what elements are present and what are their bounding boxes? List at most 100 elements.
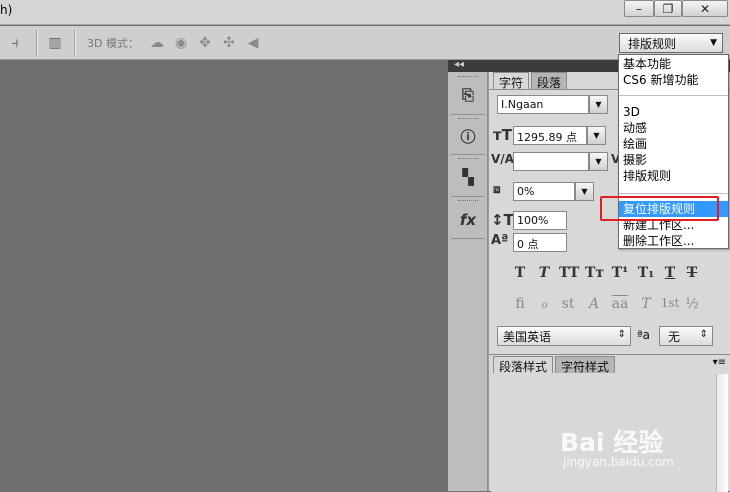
menu-item-photography[interactable]: 摄影: [619, 152, 728, 168]
fx-styles-icon[interactable]: fx: [456, 209, 480, 231]
watermark: Bai 经验 jingyan.baidu.com: [560, 423, 674, 469]
menu-fragment[interactable]: h): [0, 3, 12, 17]
menu-item-3d[interactable]: 3D: [619, 104, 728, 120]
tracking-value: 0%: [517, 185, 535, 198]
font-size-input[interactable]: 1295.89 点: [513, 126, 587, 145]
faux-bold-button[interactable]: T: [511, 265, 529, 281]
close-button[interactable]: ✕: [682, 0, 728, 17]
divider: [451, 114, 485, 115]
menu-item-typography[interactable]: 排版规则: [619, 168, 728, 184]
antialias-select[interactable]: 无 ⇕: [659, 326, 713, 346]
divider: [451, 238, 485, 239]
updown-icon: ⇕: [699, 329, 708, 340]
tab-paragraph[interactable]: 段落: [531, 72, 568, 90]
scale-icon: ⧈: [493, 182, 501, 196]
panel-icon-column: ⎘ ⓘ ▚ fx: [448, 72, 488, 491]
watermark-url: jingyan.baidu.com: [563, 455, 674, 469]
baseline-shift-value: 0 点: [517, 238, 539, 251]
tab-character-styles-label: 字符样式: [561, 360, 610, 374]
distribute-icon[interactable]: ▥: [46, 34, 64, 51]
baseline-shift-icon: Aª: [491, 233, 509, 248]
watermark-brand: Bai 经验: [560, 428, 664, 457]
font-size-value: 1295.89 点: [517, 131, 577, 144]
swash-button[interactable]: A: [585, 296, 603, 312]
menu-item-motion[interactable]: 动感: [619, 120, 728, 136]
drag-3d-icon[interactable]: ✥: [196, 34, 214, 51]
font-size-icon: ᴛT: [493, 126, 512, 144]
titling-alternates-button[interactable]: T: [637, 296, 655, 312]
chevron-down-icon: ▼: [595, 157, 602, 166]
menu-separator: [619, 95, 728, 96]
vertical-scale-input[interactable]: 100%: [513, 211, 567, 230]
superscript-button[interactable]: T¹: [611, 265, 629, 281]
font-family-input[interactable]: I.Ngaan: [497, 95, 589, 114]
scale-3d-icon[interactable]: ◀: [244, 34, 262, 51]
restore-icon: ❐: [662, 1, 674, 16]
fractions-button[interactable]: ½: [683, 296, 701, 312]
scrollbar[interactable]: [716, 374, 728, 492]
restore-button[interactable]: ❐: [654, 0, 682, 17]
workspace-select[interactable]: 排版规则 ▼: [619, 33, 723, 53]
font-family-value: I.Ngaan: [501, 98, 544, 111]
menu-item-painting[interactable]: 绘画: [619, 136, 728, 152]
grip[interactable]: [458, 118, 478, 121]
swatches-icon[interactable]: ▚: [456, 166, 480, 188]
updown-icon: ⇕: [617, 329, 626, 340]
roll-3d-icon[interactable]: ◉: [172, 34, 190, 51]
grip[interactable]: [458, 158, 478, 161]
ligatures-button[interactable]: fi: [511, 296, 529, 312]
stylistic-alternates-button[interactable]: aa: [611, 296, 629, 312]
menu-item-essentials[interactable]: 基本功能: [619, 56, 728, 72]
old-style-button[interactable]: st: [559, 296, 577, 312]
grip[interactable]: [458, 76, 478, 79]
language-value: 美国英语: [503, 330, 552, 344]
tracking-dropdown[interactable]: ▼: [575, 182, 594, 201]
annotation-highlight-box: [600, 196, 719, 221]
collapse-left-icon[interactable]: ◂◂: [454, 59, 464, 70]
tab-character[interactable]: 字符: [493, 72, 530, 90]
all-caps-button[interactable]: TT: [559, 265, 579, 281]
kerning-icon: V/A: [491, 152, 514, 166]
discretionary-ligatures-button[interactable]: ℴ: [535, 296, 553, 312]
info-icon[interactable]: ⓘ: [456, 125, 480, 147]
baseline-shift-input[interactable]: 0 点: [513, 233, 567, 252]
options-separator: [74, 30, 76, 56]
small-caps-button[interactable]: Tт: [585, 265, 604, 281]
tab-character-label: 字符: [499, 76, 524, 90]
font-family-dropdown[interactable]: ▼: [589, 95, 608, 114]
antialias-value: 无: [668, 330, 681, 344]
chevron-down-icon: ▼: [595, 100, 602, 109]
strikethrough-button[interactable]: T: [683, 265, 701, 281]
title-bar: h) – ❐ ✕: [0, 0, 730, 25]
tab-paragraph-label: 段落: [537, 76, 562, 90]
menu-item-delete-workspace[interactable]: 删除工作区...: [619, 233, 728, 249]
minimize-icon: –: [636, 1, 642, 16]
divider: [451, 196, 485, 197]
history-icon[interactable]: ⎘: [456, 84, 480, 106]
tab-paragraph-styles[interactable]: 段落样式: [493, 356, 554, 374]
divider: [451, 154, 485, 155]
underline-button[interactable]: T: [661, 265, 679, 281]
faux-italic-button[interactable]: T: [535, 265, 553, 281]
align-icon[interactable]: ⫞: [6, 34, 24, 51]
kerning-dropdown[interactable]: ▼: [589, 152, 608, 171]
kerning-input[interactable]: [513, 152, 589, 171]
tab-paragraph-styles-label: 段落样式: [499, 360, 548, 374]
close-icon: ✕: [699, 1, 711, 16]
vertical-scale-icon: ↕T: [491, 211, 514, 229]
grip[interactable]: [458, 200, 478, 203]
panel-menu-icon[interactable]: ▾≡: [713, 357, 726, 368]
chevron-down-icon: ▼: [581, 187, 588, 196]
tab-character-styles[interactable]: 字符样式: [555, 356, 616, 374]
subscript-button[interactable]: T₁: [637, 265, 655, 281]
minimize-button[interactable]: –: [624, 0, 654, 17]
menu-item-cs6-new[interactable]: CS6 新增功能: [619, 72, 728, 88]
language-select[interactable]: 美国英语 ⇕: [497, 326, 631, 346]
rotate-3d-icon[interactable]: ☁: [148, 34, 166, 51]
antialias-icon: ªa: [637, 328, 651, 342]
tracking-input[interactable]: 0%: [513, 182, 575, 201]
font-size-dropdown[interactable]: ▼: [587, 126, 606, 145]
ordinals-button[interactable]: 1st: [657, 296, 683, 310]
slide-3d-icon[interactable]: ✣: [220, 34, 238, 51]
options-separator: [36, 30, 38, 56]
